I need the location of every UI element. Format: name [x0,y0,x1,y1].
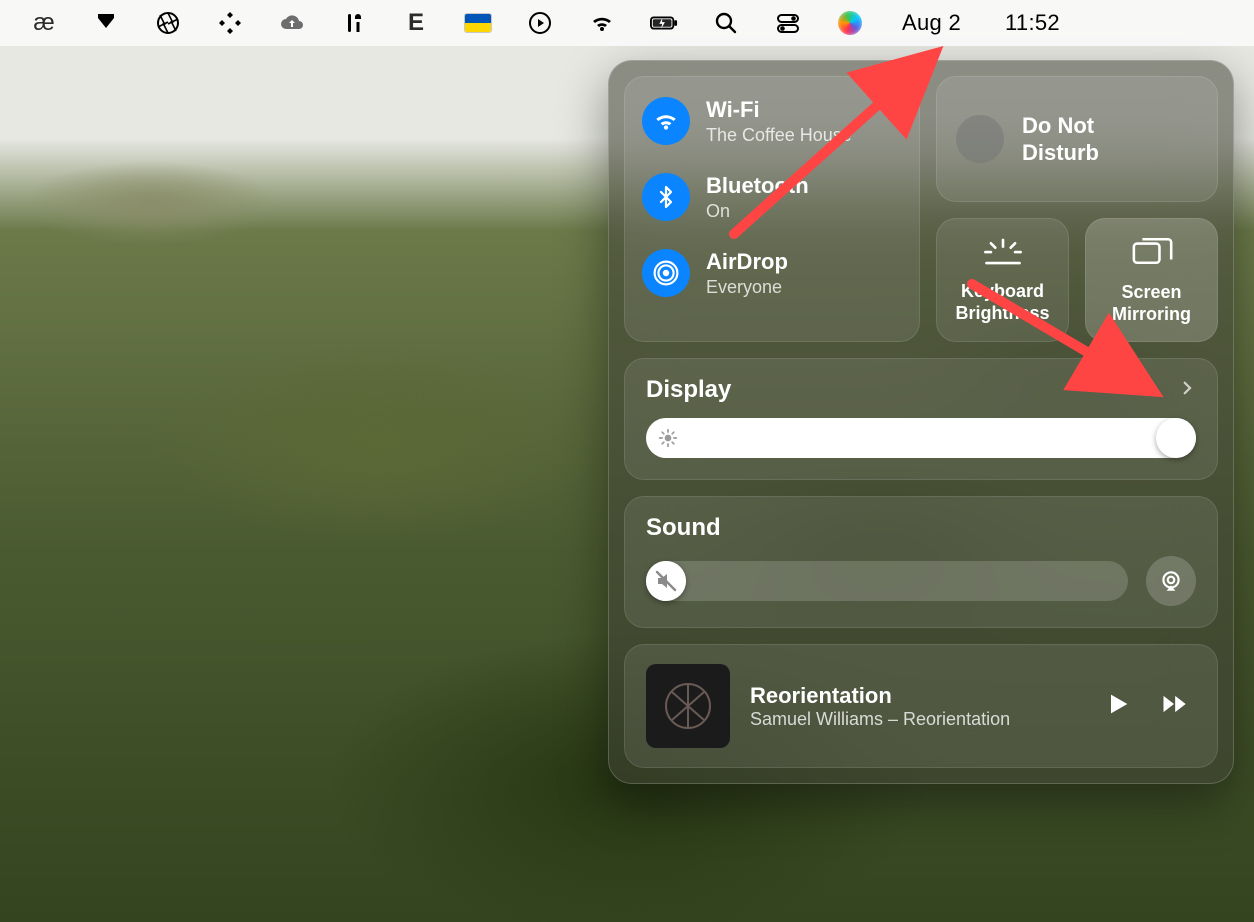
wifi-label: Wi-Fi [706,96,852,124]
play-button[interactable] [1104,690,1132,723]
spotlight-search-icon[interactable] [712,9,740,37]
tools-icon[interactable] [340,9,368,37]
do-not-disturb-toggle[interactable]: Do Not Disturb [936,76,1218,202]
play-circle-icon[interactable] [526,9,554,37]
wifi-icon[interactable] [588,9,616,37]
sound-slider-thumb[interactable] [646,561,686,601]
right-column: Do Not Disturb Keyboard Brightness Scre [936,76,1218,342]
screen-mirroring-icon [1130,235,1174,272]
bluetooth-status: On [706,200,809,223]
bookmark-shape-icon[interactable] [92,9,120,37]
control-center-icon[interactable] [774,9,802,37]
keyboard-brightness-icon [981,236,1025,271]
display-title: Display [646,376,731,404]
menubar: æ E Aug 2 11:52 [0,0,1254,46]
bluetooth-icon [642,173,690,221]
display-slider-thumb[interactable] [1156,418,1196,458]
moon-icon [956,115,1004,163]
airplay-audio-icon [1158,568,1184,594]
airdrop-status: Everyone [706,276,788,299]
display-tile: Display [624,358,1218,480]
sound-volume-slider[interactable] [646,561,1128,601]
wifi-status: The Coffee House [706,124,852,147]
wifi-toggle[interactable]: Wi-Fi The Coffee House [642,96,902,146]
cloud-upload-icon[interactable] [278,9,306,37]
speaker-muted-icon [654,569,678,593]
bluetooth-toggle[interactable]: Bluetooth On [642,172,902,222]
sound-title: Sound [646,514,721,542]
display-brightness-slider[interactable] [646,418,1196,458]
airplay-audio-button[interactable] [1146,556,1196,606]
ukraine-flag-icon[interactable] [464,9,492,37]
letter-e-icon[interactable]: E [402,9,430,37]
ae-ligature-icon[interactable]: æ [30,9,58,37]
bluetooth-label: Bluetooth [706,172,809,200]
battery-charging-icon[interactable] [650,9,678,37]
keyboard-brightness-label: Keyboard Brightness [955,281,1049,324]
airdrop-icon [642,249,690,297]
airdrop-label: AirDrop [706,248,788,276]
four-diamonds-icon[interactable] [216,9,244,37]
now-playing-title: Reorientation [750,683,1084,709]
album-art[interactable] [646,664,730,748]
sound-tile: Sound [624,496,1218,628]
control-center-panel: Wi-Fi The Coffee House Bluetooth On AirD… [608,60,1234,784]
screen-mirroring-label: Screen Mirroring [1112,282,1191,325]
screen-mirroring-button[interactable]: Screen Mirroring [1085,218,1218,342]
aperture-icon[interactable] [154,9,182,37]
now-playing-subtitle: Samuel Williams – Reorientation [750,709,1084,730]
sun-small-icon [658,428,678,448]
airdrop-toggle[interactable]: AirDrop Everyone [642,248,902,298]
connectivity-tile: Wi-Fi The Coffee House Bluetooth On AirD… [624,76,920,342]
menubar-time[interactable]: 11:52 [1005,10,1060,36]
menubar-date[interactable]: Aug 2 [902,10,961,36]
next-track-button[interactable] [1158,690,1190,723]
keyboard-brightness-button[interactable]: Keyboard Brightness [936,218,1069,342]
siri-icon[interactable] [836,9,864,37]
dnd-label: Do Not Disturb [1022,112,1099,167]
now-playing-tile: Reorientation Samuel Williams – Reorient… [624,644,1218,768]
display-chevron-right-icon[interactable] [1178,379,1196,402]
wifi-icon [642,97,690,145]
